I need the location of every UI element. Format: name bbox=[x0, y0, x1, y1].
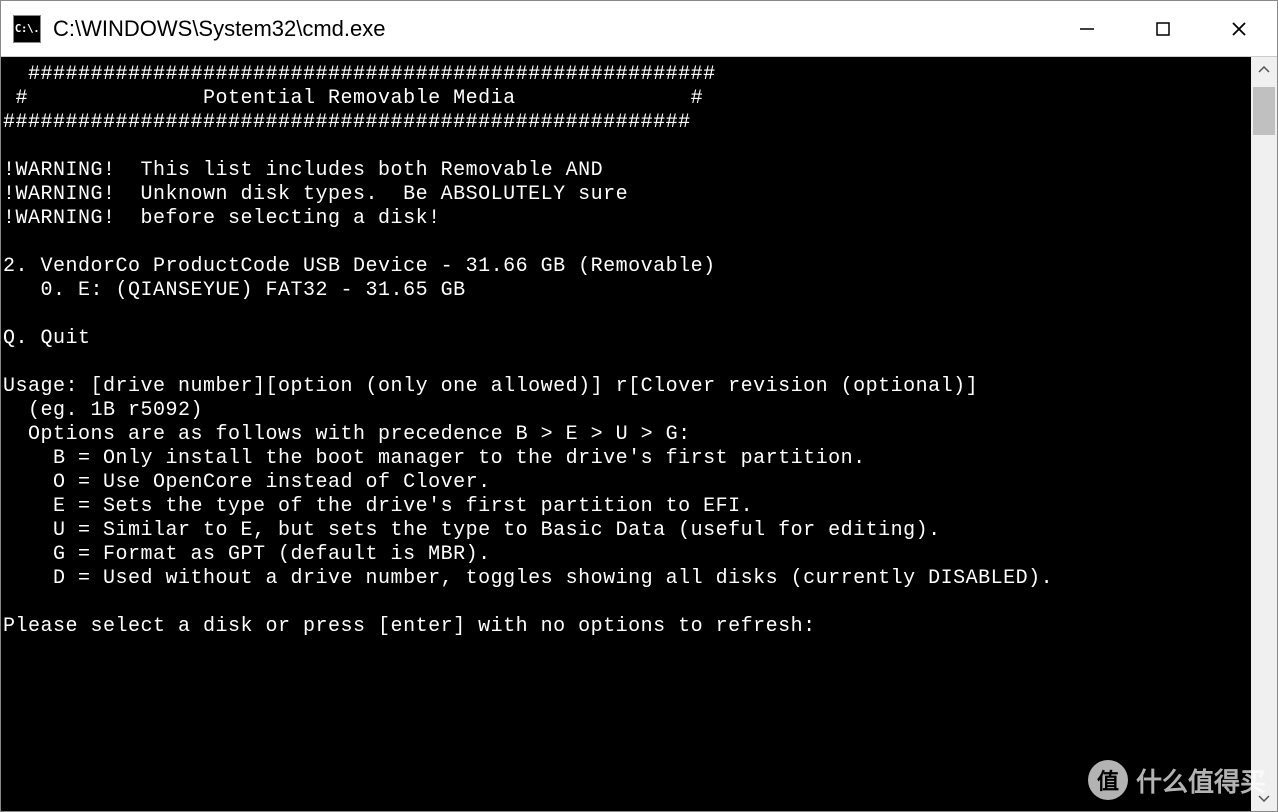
terminal-output[interactable]: ########################################… bbox=[1, 57, 1251, 811]
terminal-area: ########################################… bbox=[1, 57, 1277, 811]
scroll-thumb[interactable] bbox=[1253, 87, 1275, 135]
titlebar-buttons bbox=[1049, 1, 1277, 56]
cmd-icon: C:\. bbox=[13, 15, 41, 43]
close-button[interactable] bbox=[1201, 1, 1277, 56]
minimize-icon bbox=[1078, 20, 1096, 38]
chevron-down-icon bbox=[1258, 794, 1270, 802]
scroll-track[interactable] bbox=[1251, 83, 1277, 785]
window-title: C:\WINDOWS\System32\cmd.exe bbox=[53, 16, 1049, 42]
scroll-down-arrow[interactable] bbox=[1251, 785, 1277, 811]
cmd-window: C:\. C:\WINDOWS\System32\cmd.exe #######… bbox=[0, 0, 1278, 812]
maximize-icon bbox=[1154, 20, 1172, 38]
vertical-scrollbar[interactable] bbox=[1251, 57, 1277, 811]
minimize-button[interactable] bbox=[1049, 1, 1125, 56]
chevron-up-icon bbox=[1258, 66, 1270, 74]
scroll-up-arrow[interactable] bbox=[1251, 57, 1277, 83]
close-icon bbox=[1230, 20, 1248, 38]
titlebar: C:\. C:\WINDOWS\System32\cmd.exe bbox=[1, 1, 1277, 57]
maximize-button[interactable] bbox=[1125, 1, 1201, 56]
